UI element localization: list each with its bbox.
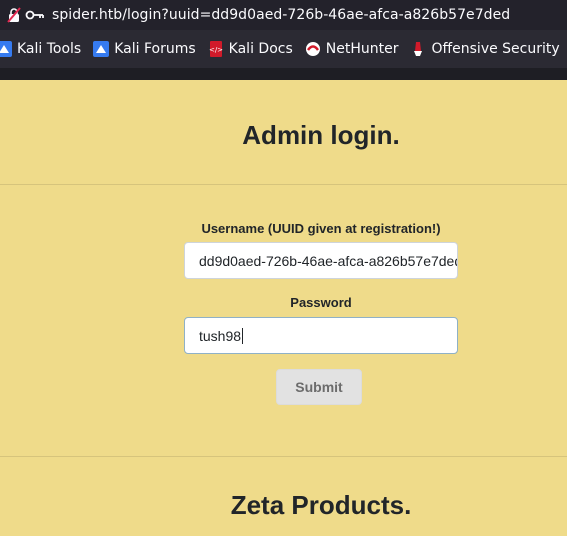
password-input[interactable]: tush98 [184, 317, 458, 354]
username-value: dd9d0aed-726b-46ae-afca-a826b57e7ded [199, 252, 458, 269]
nethunter-icon [305, 41, 321, 57]
bookmarks-toolbar: Kali Tools Kali Forums </> Kali Docs Net… [0, 30, 567, 68]
bookmark-kali-docs[interactable]: </> Kali Docs [208, 41, 293, 57]
admin-login-title: Admin login. [242, 120, 400, 150]
bookmark-nethunter[interactable]: NetHunter [305, 41, 399, 57]
key-icon[interactable] [25, 7, 45, 23]
username-label: Username (UUID given at registration!) [201, 221, 441, 236]
bookmark-offensive-security[interactable]: Offensive Security [410, 41, 560, 57]
offsec-icon [410, 41, 426, 57]
insecure-lock-icon[interactable] [6, 7, 22, 23]
bookmark-label: Kali Tools [17, 41, 82, 57]
kali-docs-icon: </> [208, 41, 224, 57]
section-divider [0, 184, 567, 185]
url-security-icons [6, 7, 45, 23]
text-caret [242, 327, 244, 344]
address-bar[interactable]: spider.htb/login?uuid=dd9d0aed-726b-46ae… [0, 0, 567, 30]
submit-button[interactable]: Submit [276, 369, 362, 405]
bookmark-kali-forums[interactable]: Kali Forums [93, 41, 196, 57]
bookmark-kali-tools[interactable]: Kali Tools [0, 41, 81, 57]
bookmark-label: Kali Docs [228, 41, 293, 57]
bookmark-label: NetHunter [325, 41, 399, 57]
zeta-products-title: Zeta Products. [230, 490, 412, 520]
password-value: tush98 [199, 327, 242, 344]
bookmark-label: Offensive Security [431, 41, 560, 57]
username-input[interactable]: dd9d0aed-726b-46ae-afca-a826b57e7ded [184, 242, 458, 279]
password-label: Password [290, 295, 352, 310]
bookmark-label: Kali Forums [114, 41, 196, 57]
kali-dragon-icon [0, 41, 12, 57]
kali-dragon-icon [93, 41, 110, 57]
svg-text:</>: </> [209, 46, 223, 54]
url-text[interactable]: spider.htb/login?uuid=dd9d0aed-726b-46ae… [52, 7, 510, 23]
page-content: Admin login. Username (UUID given at reg… [0, 80, 567, 536]
section-divider [0, 456, 567, 457]
